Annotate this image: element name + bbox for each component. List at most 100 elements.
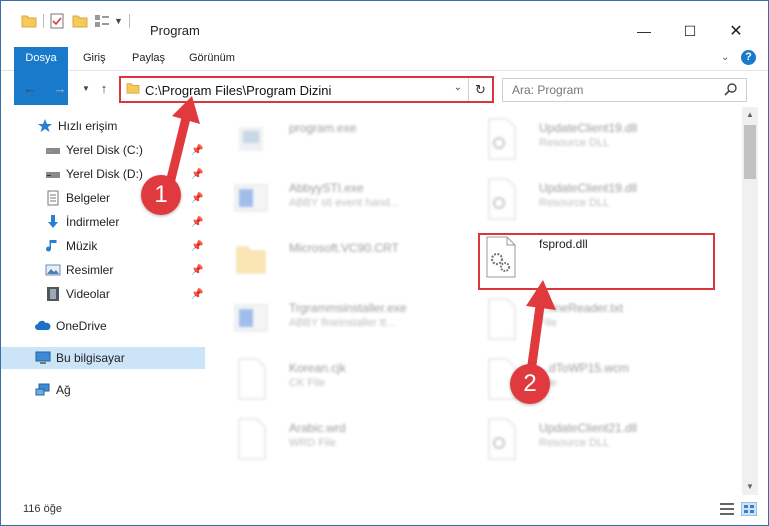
- sidebar-item-label: Belgeler: [66, 191, 111, 205]
- video-icon: [47, 287, 59, 301]
- drive-icon: [46, 148, 60, 154]
- up-button[interactable]: ↑: [95, 80, 113, 98]
- file-name: Korean.cjk: [289, 361, 346, 375]
- pin-icon[interactable]: 📌: [191, 193, 203, 204]
- tab-home[interactable]: Giriş: [73, 47, 116, 70]
- exe-icon: [239, 127, 263, 151]
- window-title: Program: [150, 23, 200, 38]
- pin-icon[interactable]: 📌: [191, 289, 203, 300]
- list-item[interactable]: Trgrammsinstaller.exe ABBY fineinstaller…: [213, 293, 463, 351]
- pin-icon[interactable]: 📌: [191, 145, 203, 156]
- sidebar-item-network[interactable]: Ağ: [1, 379, 205, 401]
- navigation-pane: Hızlı erişim Yerel Disk (C:) 📌 Yerel Dis…: [1, 109, 207, 493]
- separator: [43, 14, 44, 28]
- sidebar-item-music[interactable]: Müzik 📌: [1, 235, 205, 257]
- step-1-badge: 1: [141, 175, 181, 215]
- list-item[interactable]: Korean.cjk CK File: [213, 353, 463, 411]
- list-item[interactable]: Arabic.wrd WRD File: [213, 413, 463, 471]
- file-type: Resource DLL: [539, 137, 610, 149]
- list-item[interactable]: ...dToWP15.wcm File: [463, 353, 713, 411]
- search-box[interactable]: Ara: Program: [502, 78, 747, 102]
- file-type: CK File: [289, 377, 326, 389]
- sidebar-item-label: Ağ: [56, 383, 71, 397]
- file-name: UpdateClient21.dll: [539, 421, 638, 435]
- sidebar-item-label: Bu bilgisayar: [56, 351, 125, 365]
- forward-button[interactable]: →: [51, 80, 69, 98]
- file-icon: [238, 358, 266, 400]
- step-2-badge: 2: [510, 364, 550, 404]
- address-bar[interactable]: C:\Program Files\Program Dizini ⌄ ↻: [119, 76, 494, 103]
- ribbon-tabs: Dosya Giriş Paylaş Görünüm ⌄ ?: [1, 47, 768, 105]
- sidebar-item-this-pc[interactable]: Bu bilgisayar: [1, 347, 205, 369]
- network-icon: [35, 383, 50, 396]
- file-name: ...fineReader.txt: [539, 301, 624, 315]
- help-icon[interactable]: ?: [741, 50, 756, 65]
- new-folder-icon[interactable]: [72, 14, 88, 28]
- drive-icon: [46, 172, 60, 178]
- sidebar-item-onedrive[interactable]: OneDrive: [1, 315, 205, 337]
- customize-dropdown-icon[interactable]: ▼: [114, 16, 123, 26]
- file-name: UpdateClient19.dll: [539, 121, 638, 135]
- sidebar-item-label: İndirmeler: [66, 215, 120, 229]
- sidebar-item-disk-c[interactable]: Yerel Disk (C:) 📌: [1, 139, 205, 161]
- exe-icon: [234, 304, 268, 332]
- maximize-button[interactable]: ☐: [667, 18, 713, 44]
- scroll-up-icon[interactable]: ▲: [742, 107, 758, 123]
- music-icon: [46, 240, 57, 252]
- sidebar-item-label: OneDrive: [56, 319, 107, 333]
- pictures-icon: [45, 264, 61, 276]
- sidebar-item-downloads[interactable]: İndirmeler 📌: [1, 211, 205, 233]
- star-icon: [38, 119, 52, 132]
- list-item[interactable]: AbbyySTI.exe ABBY sti event hand...: [213, 173, 463, 231]
- scroll-thumb[interactable]: [744, 125, 756, 179]
- list-item[interactable]: UpdateClient19.dll Resource DLL: [463, 173, 713, 231]
- view-icon[interactable]: [94, 14, 110, 28]
- quick-access-toolbar: ▼: [21, 11, 136, 31]
- list-item[interactable]: program.exe: [213, 113, 463, 171]
- file-name: Microsoft.VC90.CRT: [289, 241, 399, 255]
- sidebar-item-videos[interactable]: Videolar 📌: [1, 283, 205, 305]
- refresh-icon[interactable]: ↻: [468, 78, 492, 101]
- minimize-button[interactable]: —: [621, 18, 667, 44]
- file-type: WRD File: [289, 437, 337, 449]
- file-type: ABBY fineinstaller tt...: [289, 317, 396, 329]
- back-button[interactable]: ←: [21, 80, 39, 98]
- sidebar-item-label: Yerel Disk (C:): [66, 143, 143, 157]
- list-item[interactable]: ...fineReader.txt File: [463, 293, 713, 351]
- expand-ribbon-icon[interactable]: ⌄: [721, 52, 729, 63]
- pin-icon[interactable]: 📌: [191, 217, 203, 228]
- computer-icon: [35, 351, 51, 364]
- list-item[interactable]: UpdateClient19.dll Resource DLL: [463, 113, 713, 171]
- pin-icon[interactable]: 📌: [191, 241, 203, 252]
- recent-locations-button[interactable]: ▼: [77, 80, 95, 98]
- vertical-scrollbar[interactable]: ▲ ▼: [742, 107, 758, 495]
- file-name: ...dToWP15.wcm: [539, 361, 630, 375]
- folder-icon: [126, 83, 140, 94]
- sidebar-item-pictures[interactable]: Resimler 📌: [1, 259, 205, 281]
- status-bar: 116 öğe: [1, 495, 768, 525]
- download-icon: [48, 215, 58, 228]
- scroll-down-icon[interactable]: ▼: [742, 479, 758, 495]
- dll-icon: [488, 178, 516, 220]
- tab-share[interactable]: Paylaş: [122, 47, 175, 70]
- file-type: Resource DLL: [539, 437, 610, 449]
- fsprod-highlight-box: [478, 233, 715, 290]
- file-list: program.exe AbbyySTI.exe ABBY sti event …: [213, 107, 740, 491]
- sidebar-item-quick-access[interactable]: Hızlı erişim: [1, 115, 205, 137]
- list-item[interactable]: UpdateClient21.dll Resource DLL: [463, 413, 713, 471]
- folder-icon[interactable]: [21, 14, 37, 28]
- list-item[interactable]: Microsoft.VC90.CRT: [213, 233, 463, 291]
- tab-view[interactable]: Görünüm: [179, 47, 245, 70]
- pin-icon[interactable]: 📌: [191, 265, 203, 276]
- pin-icon[interactable]: 📌: [191, 169, 203, 180]
- cloud-icon: [35, 320, 51, 330]
- separator: [128, 14, 130, 28]
- close-button[interactable]: ✕: [713, 18, 759, 44]
- tiles-view-icon[interactable]: [741, 502, 757, 516]
- details-view-icon[interactable]: [719, 502, 735, 516]
- search-icon[interactable]: [724, 82, 738, 96]
- sidebar-item-label: Hızlı erişim: [58, 119, 118, 133]
- address-dropdown-icon[interactable]: ⌄: [454, 82, 462, 93]
- sidebar-item-label: Yerel Disk (D:): [66, 167, 143, 181]
- properties-icon[interactable]: [50, 13, 64, 29]
